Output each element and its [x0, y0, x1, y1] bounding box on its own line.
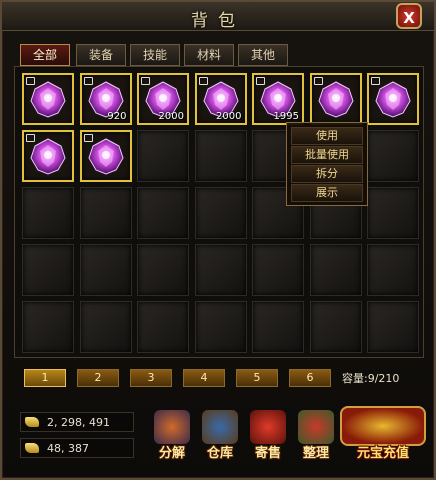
backpack-icon [298, 410, 334, 444]
tab-4[interactable]: 其他 [238, 44, 288, 66]
item-quantity: 2000 [158, 111, 184, 122]
inventory-slot-empty[interactable] [79, 187, 132, 239]
inventory-slot-empty[interactable] [79, 244, 132, 296]
inventory-slot-empty[interactable] [367, 244, 419, 296]
inventory-slot-empty[interactable] [194, 301, 247, 353]
purple-gem-icon [316, 79, 356, 119]
inventory-slot-empty[interactable] [367, 130, 419, 182]
item-quantity: 2000 [216, 111, 242, 122]
decompose-button[interactable]: 分解 [150, 408, 194, 462]
inventory-item[interactable] [79, 130, 132, 182]
bind-marker-icon [141, 77, 150, 85]
inventory-slot-empty[interactable] [22, 244, 74, 296]
page-button-1[interactable]: 1 [24, 369, 66, 387]
warehouse-label: 仓库 [206, 446, 233, 461]
page-button-3[interactable]: 3 [130, 369, 172, 387]
recharge-button[interactable]: 元宝充值 [340, 406, 426, 462]
close-button[interactable]: X [396, 3, 422, 29]
inventory-slot-empty[interactable] [137, 301, 189, 353]
arrange-label: 整理 [302, 446, 329, 461]
page-button-6[interactable]: 6 [289, 369, 331, 387]
purple-gem-icon [373, 79, 413, 119]
inventory-slot-empty[interactable] [252, 244, 304, 296]
treasure-chest-icon [202, 410, 238, 444]
anvil-icon [154, 410, 190, 444]
inventory-item[interactable]: 2000 [194, 73, 247, 125]
bind-marker-icon [26, 134, 35, 142]
inventory-item[interactable]: 920 [79, 73, 132, 125]
consign-label: 寄售 [254, 446, 281, 461]
menu-item-show[interactable]: 展示 [291, 184, 363, 202]
arrange-button[interactable]: 整理 [294, 408, 338, 462]
inventory-slot-empty[interactable] [137, 244, 189, 296]
menu-item-split[interactable]: 拆分 [291, 165, 363, 183]
purple-gem-icon [28, 136, 68, 176]
inventory-slot-empty[interactable] [194, 130, 247, 182]
page-button-4[interactable]: 4 [183, 369, 225, 387]
item-quantity: 920 [107, 111, 127, 122]
bind-marker-icon [198, 77, 208, 85]
page-button-5[interactable]: 5 [236, 369, 278, 387]
gold-value: 2, 298, 491 [47, 416, 110, 429]
inventory-item[interactable] [309, 73, 362, 125]
window-title: 背包 [191, 11, 245, 31]
bind-marker-icon [313, 77, 323, 85]
inventory-item[interactable] [22, 73, 74, 125]
bound-gold-value: 48, 387 [47, 442, 89, 455]
item-quantity: 1995 [273, 111, 299, 122]
inventory-slot-empty[interactable] [367, 187, 419, 239]
inventory-slot-empty[interactable] [194, 244, 247, 296]
inventory-slot-empty[interactable] [309, 301, 362, 353]
inventory-grid: 920 2000 2000 1995 [14, 66, 424, 358]
tab-0[interactable]: 全部 [20, 44, 70, 66]
tab-3[interactable]: 材料 [184, 44, 234, 66]
page-button-2[interactable]: 2 [77, 369, 119, 387]
gold-ingot-icon [25, 417, 39, 427]
warehouse-button[interactable]: 仓库 [198, 408, 242, 462]
inventory-item[interactable]: 2000 [137, 73, 189, 125]
consign-button[interactable]: 寄售 [246, 408, 290, 462]
inventory-slot-empty[interactable] [252, 301, 304, 353]
inventory-slot-empty[interactable] [137, 187, 189, 239]
decompose-label: 分解 [158, 446, 185, 461]
tab-1[interactable]: 装备 [76, 44, 126, 66]
bind-marker-icon [371, 77, 380, 85]
inventory-slot-empty[interactable] [79, 301, 132, 353]
inventory-item[interactable] [367, 73, 419, 125]
bind-marker-icon [256, 77, 265, 85]
tab-2[interactable]: 技能 [130, 44, 180, 66]
bind-marker-icon [83, 134, 93, 142]
capacity-label: 容量:9/210 [342, 372, 400, 385]
gold-ingot-icon [340, 406, 426, 446]
backpack-window: 背包 X 全部 装备 技能 材料 其他 920 2000 2000 1995 使用 批量使用 … [0, 0, 436, 480]
bound-gold-balance: 48, 387 [20, 438, 134, 458]
gold-ingot-icon [25, 443, 39, 453]
menu-item-use[interactable]: 使用 [291, 127, 363, 145]
money-bag-icon [250, 410, 286, 444]
recharge-label: 元宝充值 [356, 446, 409, 461]
title-bar[interactable]: 背包 [2, 2, 434, 31]
gold-balance: 2, 298, 491 [20, 412, 134, 432]
inventory-item[interactable]: 1995 [252, 73, 304, 125]
purple-gem-icon [86, 136, 126, 176]
inventory-slot-empty[interactable] [309, 244, 362, 296]
inventory-slot-empty[interactable] [22, 301, 74, 353]
inventory-slot-empty[interactable] [194, 187, 247, 239]
bind-marker-icon [83, 77, 93, 85]
inventory-item[interactable] [22, 130, 74, 182]
inventory-slot-empty[interactable] [22, 187, 74, 239]
inventory-slot-empty[interactable] [137, 130, 189, 182]
bind-marker-icon [26, 77, 35, 85]
purple-gem-icon [28, 79, 68, 119]
item-context-menu: 使用 批量使用 拆分 展示 [286, 122, 368, 206]
menu-item-batch-use[interactable]: 批量使用 [291, 146, 363, 164]
inventory-slot-empty[interactable] [367, 301, 419, 353]
